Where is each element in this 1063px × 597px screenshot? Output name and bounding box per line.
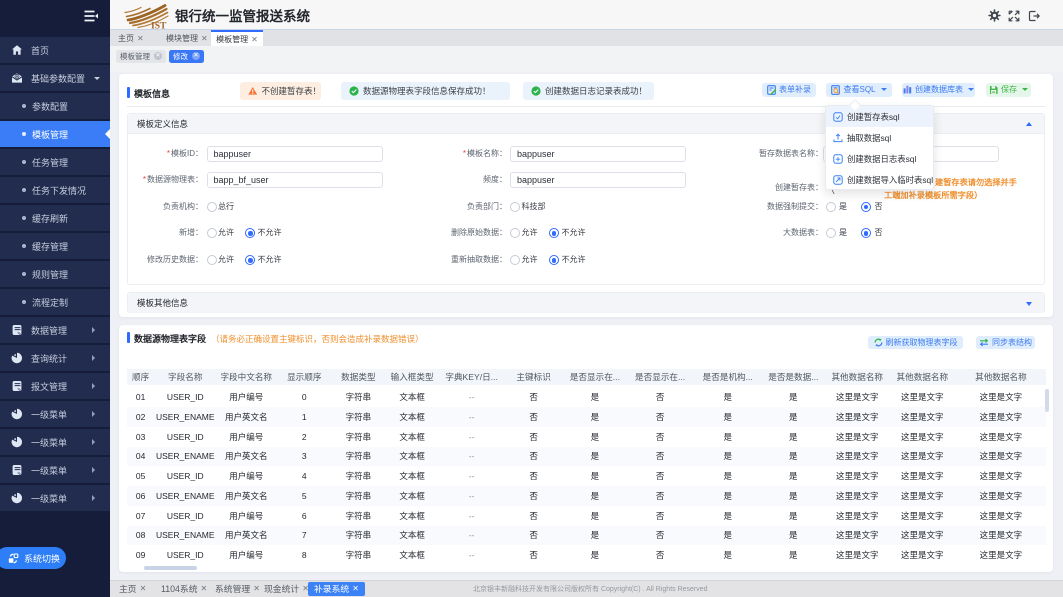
svg-text:IST: IST: [151, 22, 167, 30]
